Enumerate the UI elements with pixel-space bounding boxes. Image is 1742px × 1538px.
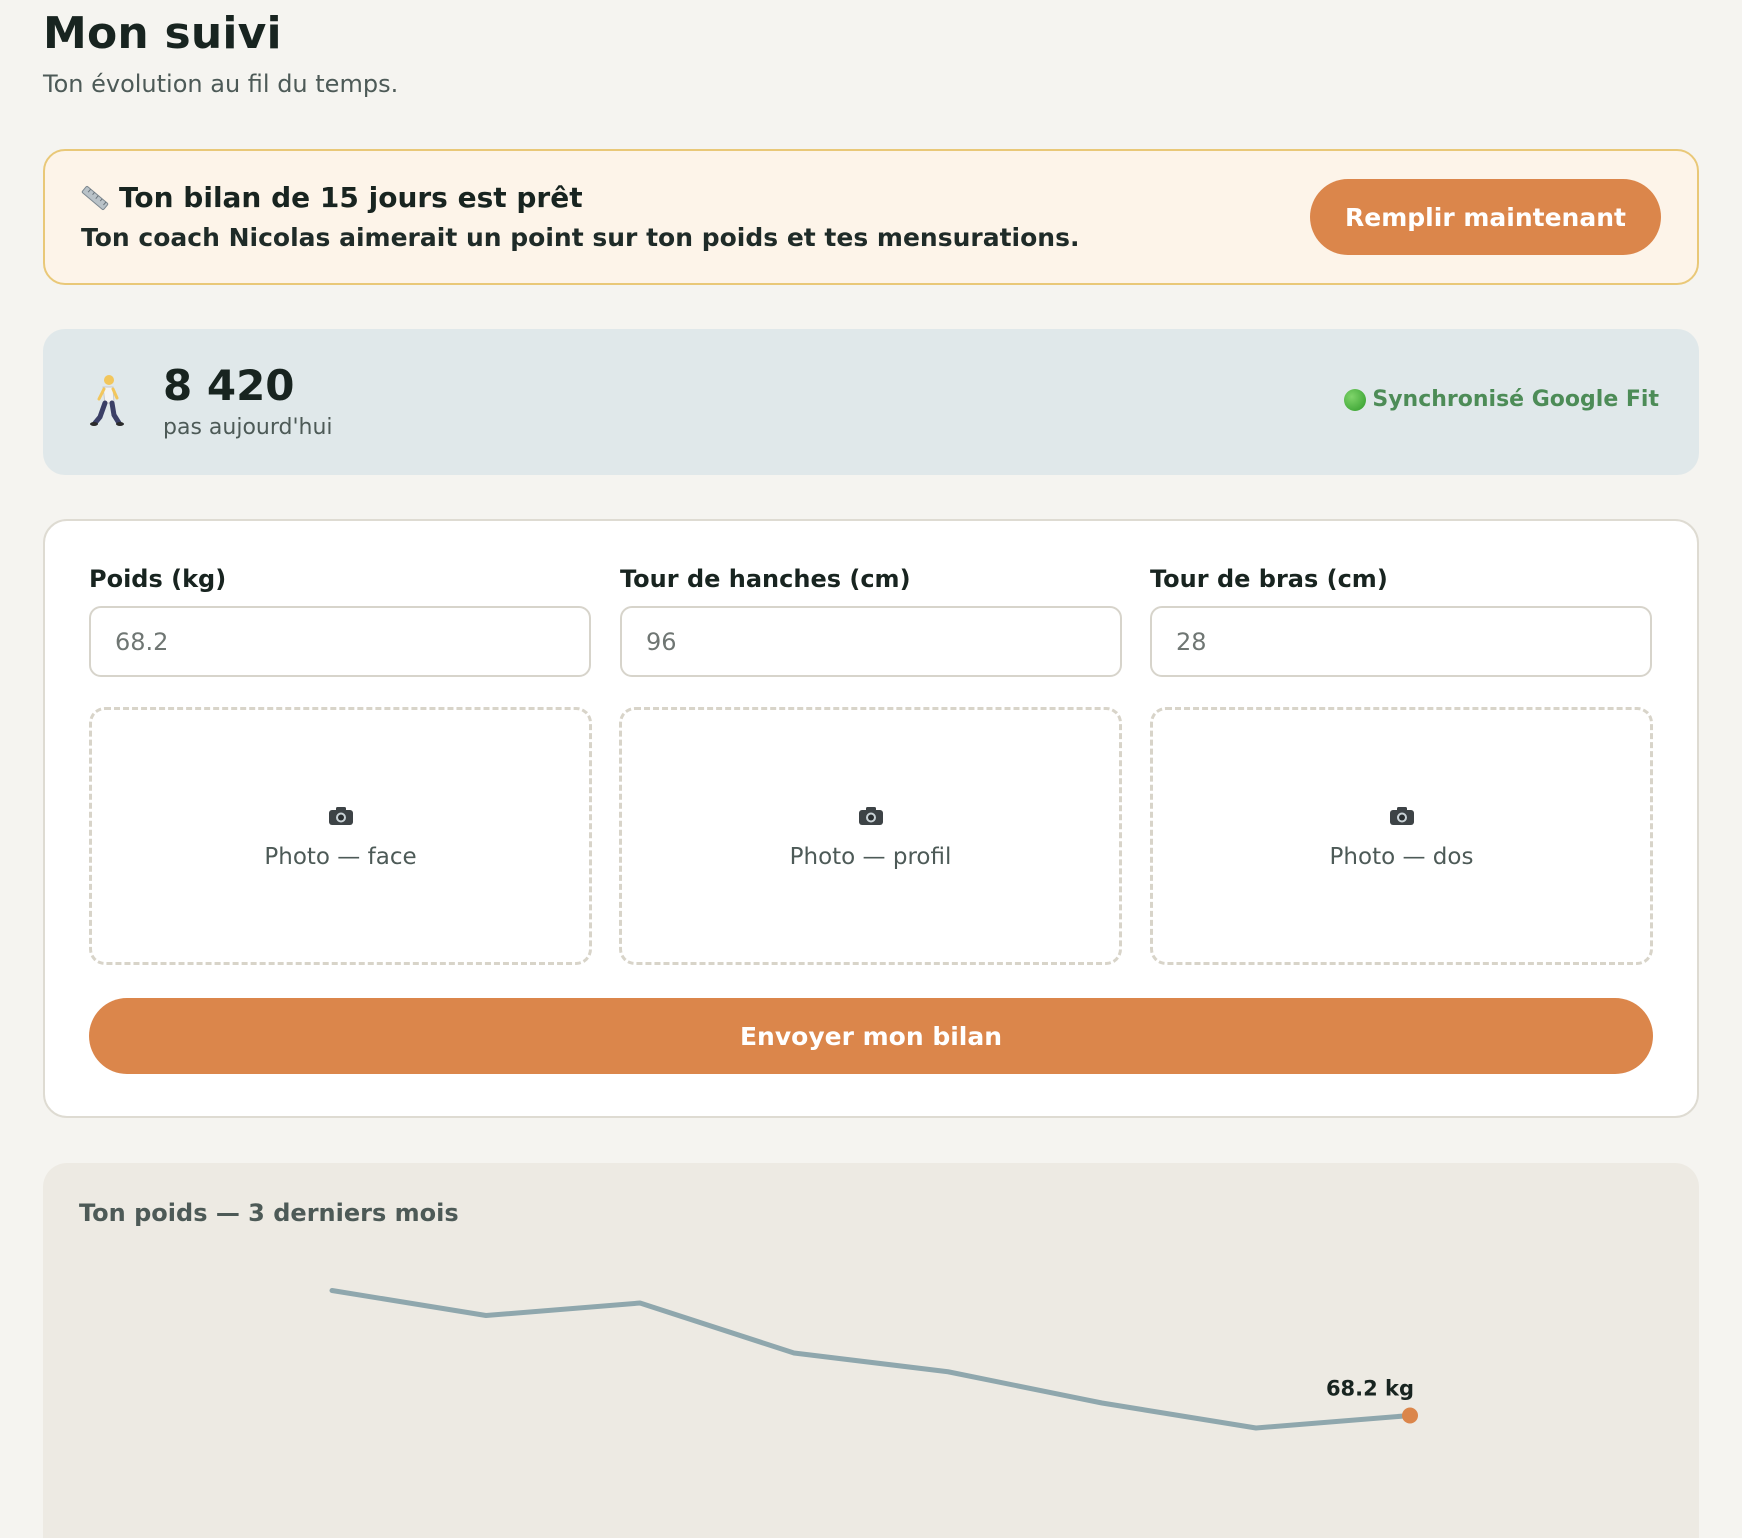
hips-label: Tour de hanches (cm) [620, 565, 911, 593]
alert-text: Ton coach Nicolas aimerait un point sur … [81, 223, 1080, 252]
photo-upload-profile[interactable]: Photo — profil [619, 707, 1122, 965]
green-circle-icon [1344, 388, 1367, 411]
weight-chart: 68.2 kg [329, 1288, 1418, 1431]
arm-input[interactable]: 28 [1150, 606, 1652, 677]
arm-label: Tour de bras (cm) [1150, 565, 1388, 593]
steps-label: pas aujourd'hui [163, 415, 333, 440]
walking-person-icon [90, 375, 124, 426]
photo-upload-face[interactable]: Photo — face [89, 707, 592, 965]
hips-input[interactable]: 96 [620, 606, 1122, 677]
page-title: Mon suivi [43, 8, 282, 59]
photo-upload-back[interactable]: Photo — dos [1150, 707, 1653, 965]
bilan-form: Poids (kg) Tour de hanches (cm) Tour de … [43, 519, 1699, 1118]
alert-title-row: Ton bilan de 15 jours est prêt [81, 181, 583, 214]
weight-series-line [329, 1288, 1413, 1431]
ruler-icon [81, 185, 109, 210]
send-bilan-button[interactable]: Envoyer mon bilan [89, 998, 1653, 1074]
camera-icon [328, 807, 353, 825]
steps-card: 8 420 pas aujourd'hui Synchronisé Google… [43, 329, 1699, 475]
photo-back-label: Photo — dos [1329, 844, 1474, 870]
alert-title: Ton bilan de 15 jours est prêt [119, 181, 583, 214]
photo-face-label: Photo — face [264, 844, 417, 870]
weight-label: Poids (kg) [89, 565, 227, 593]
page-subtitle: Ton évolution au fil du temps. [43, 70, 399, 98]
last-weight-label: 68.2 kg [1326, 1377, 1414, 1401]
camera-icon [1389, 807, 1414, 825]
weight-point [1402, 1407, 1418, 1424]
camera-icon [858, 807, 883, 825]
fill-now-button[interactable]: Remplir maintenant [1310, 179, 1661, 255]
photo-profile-label: Photo — profil [789, 844, 952, 870]
steps-value: 8 420 [163, 361, 295, 410]
weight-input[interactable]: 68.2 [89, 606, 591, 677]
bilan-alert: Ton bilan de 15 jours est prêt Ton coach… [43, 149, 1699, 285]
sync-label: Synchronisé Google Fit [1372, 387, 1659, 412]
sync-status: Synchronisé Google Fit [1344, 387, 1659, 412]
weight-chart-card: Ton poids — 3 derniers mois 68.2 kg [43, 1163, 1699, 1538]
